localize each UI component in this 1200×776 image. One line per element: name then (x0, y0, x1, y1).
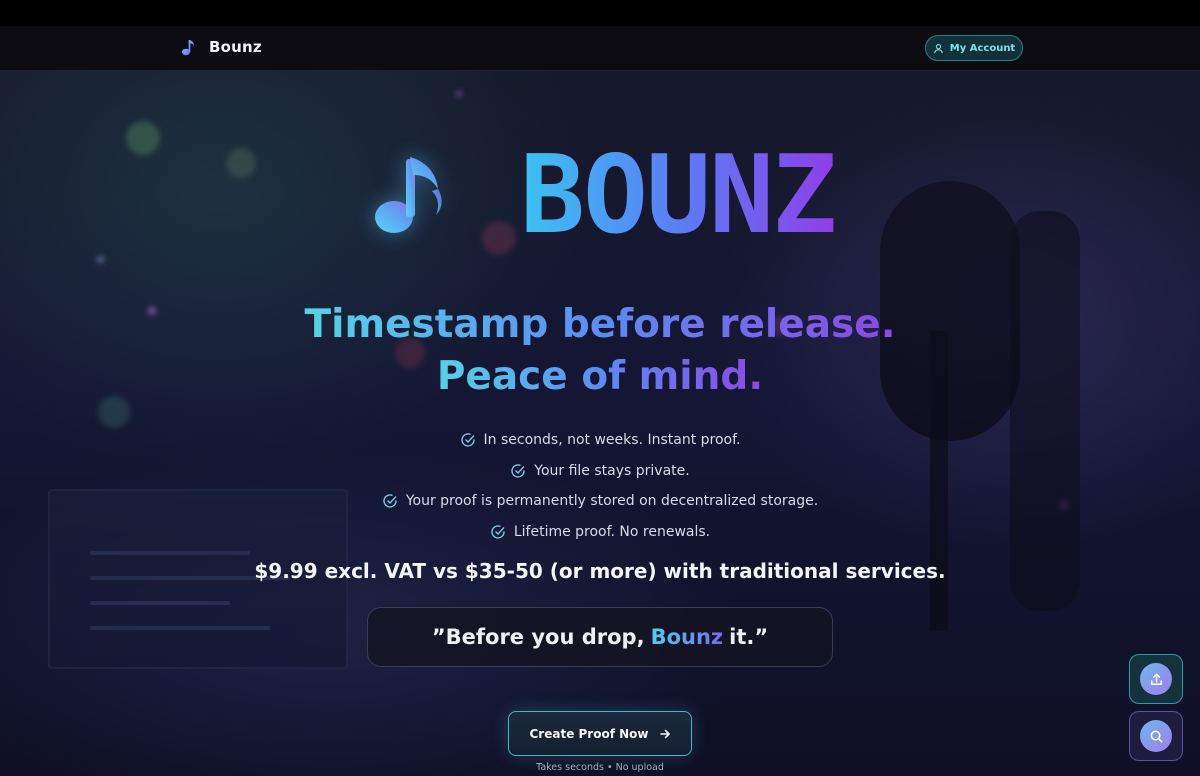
feature-text: In seconds, not weeks. Instant proof. (483, 432, 741, 449)
brand-name: Bounz (209, 38, 262, 56)
music-note-icon (182, 40, 194, 56)
quote-text-start: ”Before you drop, (431, 625, 645, 649)
check-circle-icon (383, 494, 397, 508)
upload-button-circle (1140, 663, 1172, 695)
upload-fab-button[interactable] (1129, 654, 1183, 704)
laptop-screen-line (90, 601, 230, 605)
hero-logo: BOUNZ (372, 133, 837, 258)
feature-list: In seconds, not weeks. Instant proof. Yo… (0, 425, 1200, 547)
logo-wordmark: BOUNZ (520, 133, 837, 258)
headline-line-1: Timestamp before release. (304, 302, 896, 347)
microphone-cable-silhouette (1010, 211, 1080, 611)
feature-text: Lifetime proof. No renewals. (513, 523, 711, 540)
bokeh-light (126, 121, 160, 155)
search-icon (1150, 730, 1162, 742)
search-button-circle (1140, 720, 1172, 752)
create-proof-button[interactable]: Create Proof Now (508, 711, 692, 756)
feature-item: In seconds, not weeks. Instant proof. (0, 425, 1200, 456)
create-proof-label: Create Proof Now (529, 726, 649, 741)
cta-subtext: Takes seconds • No upload (536, 762, 664, 773)
tagline-quote: ”Before you drop, Bounz it.” (367, 607, 833, 667)
feature-item: Your proof is permanently stored on dece… (0, 486, 1200, 517)
search-fab-button[interactable] (1129, 711, 1183, 761)
bokeh-light (226, 148, 256, 178)
quote-brand-name: Bounz (650, 625, 724, 649)
upload-icon (1150, 673, 1162, 685)
music-note-icon (375, 157, 442, 233)
bokeh-light (456, 91, 462, 97)
quote-text-end: it.” (729, 625, 769, 649)
hero-section: BOUNZ Timestamp before release. Peace of… (0, 71, 1200, 776)
top-strip (0, 0, 1200, 26)
feature-text: Your proof is permanently stored on dece… (405, 493, 819, 510)
laptop-screen-line (90, 626, 270, 630)
my-account-button[interactable]: My Account (925, 35, 1023, 61)
bokeh-light (97, 256, 104, 263)
user-icon (933, 43, 943, 53)
feature-item: Lifetime proof. No renewals. (0, 517, 1200, 548)
feature-item: Your file stays private. (0, 456, 1200, 487)
my-account-label: My Account (949, 42, 1016, 54)
laptop-screen-line (90, 551, 250, 555)
check-circle-icon (460, 433, 475, 447)
feature-text: Your file stays private. (534, 462, 690, 479)
brand[interactable]: Bounz (181, 38, 262, 56)
pricing-comparison: $9.99 excl. VAT vs $35-50 (or more) with… (254, 559, 946, 583)
hero-headline: Timestamp before release. Peace of mind. (0, 299, 1200, 403)
check-circle-icon (511, 464, 525, 478)
headline-line-2: Peace of mind. (436, 354, 764, 399)
navbar: Bounz My Account (0, 26, 1200, 71)
arrow-right-icon (659, 729, 670, 738)
check-circle-icon (491, 525, 505, 539)
